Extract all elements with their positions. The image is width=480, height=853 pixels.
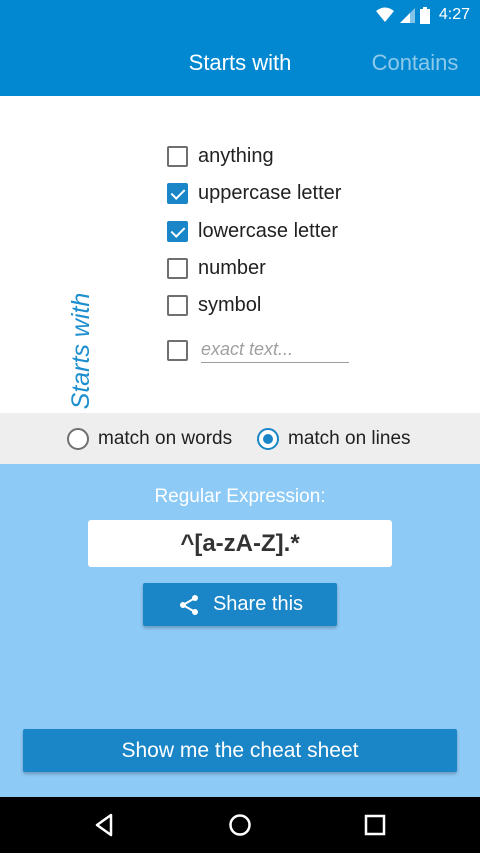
options-panel: Starts with anything uppercase letter lo… (0, 96, 480, 413)
exact-text-input[interactable] (201, 337, 349, 363)
checkbox-lowercase-letter[interactable] (167, 220, 188, 242)
checkbox-symbol[interactable] (167, 294, 188, 316)
share-button-label: Share this (212, 593, 304, 615)
tab-bar: Starts with Contains (0, 29, 480, 96)
back-icon[interactable] (91, 811, 119, 839)
radio-label: match on words (98, 428, 233, 449)
status-icons: 4:27 (375, 5, 470, 25)
option-lowercase-letter[interactable]: lowercase letter (167, 219, 338, 243)
tab-contains[interactable]: Contains (350, 29, 480, 96)
tab-starts-with[interactable]: Starts with (160, 29, 320, 96)
option-uppercase-letter[interactable]: uppercase letter (167, 181, 341, 205)
option-label: number (198, 256, 266, 279)
option-symbol[interactable]: symbol (167, 293, 261, 317)
option-label: uppercase letter (198, 181, 342, 204)
share-icon (179, 594, 198, 615)
checkbox-number[interactable] (167, 257, 188, 279)
status-time: 4:27 (438, 6, 470, 23)
option-exact-text[interactable] (167, 336, 349, 364)
option-number[interactable]: number (167, 256, 266, 280)
radio-button-lines[interactable] (257, 428, 279, 450)
checkbox-uppercase-letter[interactable] (167, 182, 188, 204)
radio-match-words[interactable]: match on words (67, 426, 232, 452)
wifi-icon (375, 7, 394, 22)
section-label: Starts with (67, 292, 95, 410)
checkbox-exact-text[interactable] (167, 339, 188, 361)
regex-output: ^[a-zA-Z].* (88, 520, 392, 567)
signal-icon (399, 8, 415, 23)
option-label: symbol (198, 293, 262, 316)
result-panel: Regular Expression: ^[a-zA-Z].* Share th… (0, 464, 480, 797)
radio-button-words[interactable] (67, 428, 89, 450)
radio-match-lines[interactable]: match on lines (257, 426, 411, 452)
status-bar: 4:27 (0, 0, 480, 29)
battery-icon (419, 6, 430, 24)
option-label: lowercase letter (198, 219, 339, 242)
match-mode-bar: match on words match on lines (0, 413, 480, 464)
option-label: anything (198, 144, 274, 167)
share-button[interactable]: Share this (143, 583, 337, 626)
checkbox-anything[interactable] (167, 145, 188, 167)
regex-caption: Regular Expression: (154, 486, 326, 507)
home-icon[interactable] (226, 811, 254, 839)
recents-icon[interactable] (361, 811, 389, 839)
cheat-sheet-button[interactable]: Show me the cheat sheet (23, 729, 457, 772)
navigation-bar (0, 797, 480, 853)
option-anything[interactable]: anything (167, 144, 274, 168)
radio-label: match on lines (288, 428, 411, 449)
